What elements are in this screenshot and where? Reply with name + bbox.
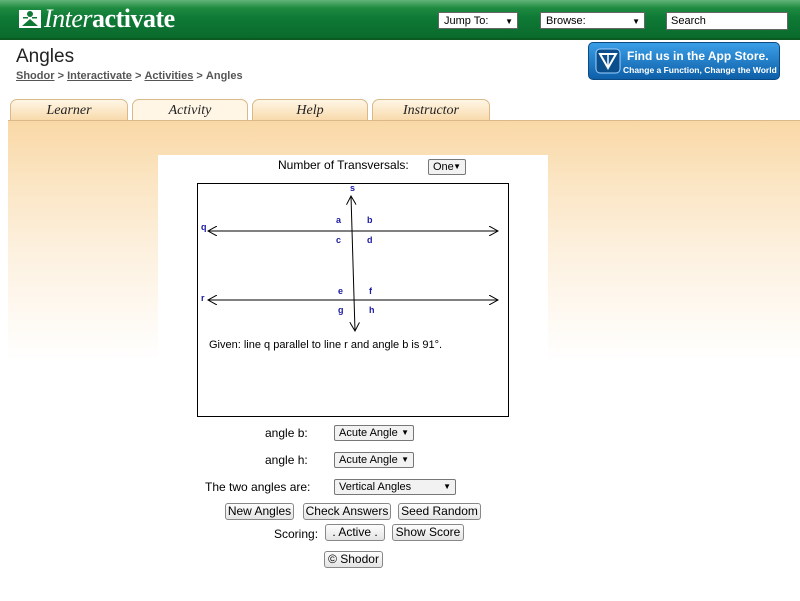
- scoring-label: Scoring:: [274, 527, 319, 541]
- tab-help[interactable]: Help: [252, 99, 368, 121]
- breadcrumb-link-interactivate[interactable]: Interactivate: [67, 70, 132, 82]
- page-title: Angles: [16, 46, 75, 67]
- angle-label-a: a: [336, 215, 342, 225]
- angle-b-select[interactable]: Acute Angle ▼: [334, 425, 414, 441]
- angle-b-label: angle b:: [265, 426, 308, 440]
- dropdown-arrow-icon: ▼: [401, 455, 409, 464]
- given-statement: Given: line q parallel to line r and ang…: [209, 339, 442, 351]
- top-navigation-bar: Interactivate Jump To: ▼ Browse: ▼ Search: [0, 0, 800, 40]
- tab-instructor[interactable]: Instructor: [372, 99, 490, 121]
- line-label-q: q: [201, 222, 207, 232]
- breadcrumb-link-shodor[interactable]: Shodor: [16, 70, 55, 82]
- angle-relation-select[interactable]: Vertical Angles ▼: [334, 479, 456, 495]
- transversals-select[interactable]: One ▼: [428, 159, 466, 175]
- breadcrumb-current: Angles: [205, 70, 243, 82]
- breadcrumb-link-activities[interactable]: Activities: [144, 70, 193, 82]
- angle-label-f: f: [369, 286, 373, 296]
- seed-random-button[interactable]: Seed Random: [398, 503, 481, 520]
- browse-select[interactable]: Browse: ▼: [540, 12, 645, 29]
- app-store-logo-icon: [595, 48, 621, 74]
- app-store-tagline: Change a Function, Change the World: [623, 65, 777, 75]
- dropdown-arrow-icon: ▼: [453, 162, 461, 171]
- shodor-copyright-button[interactable]: © Shodor: [324, 551, 383, 568]
- app-store-headline: Find us in the App Store.: [627, 49, 769, 63]
- dropdown-arrow-icon: ▼: [443, 482, 451, 491]
- tab-activity[interactable]: Activity: [132, 99, 248, 122]
- app-store-banner[interactable]: Find us in the App Store. Change a Funct…: [588, 42, 780, 80]
- line-label-s: s: [350, 184, 355, 193]
- angle-label-b: b: [367, 215, 373, 225]
- jump-to-select[interactable]: Jump To: ▼: [438, 12, 518, 29]
- dropdown-arrow-icon: ▼: [505, 17, 513, 26]
- breadcrumb: Shodor > Interactivate > Activities > An…: [16, 70, 243, 82]
- transversals-label: Number of Transversals:: [278, 158, 409, 172]
- line-s: [351, 196, 355, 331]
- scoring-active-button[interactable]: . Active .: [325, 524, 385, 541]
- angle-relation-label: The two angles are:: [205, 480, 311, 494]
- angles-diagram: q r s a b c d e f g h Given: line q para…: [197, 183, 509, 417]
- dropdown-arrow-icon: ▼: [401, 428, 409, 437]
- angle-label-g: g: [338, 305, 344, 315]
- angle-label-h: h: [369, 305, 375, 315]
- logo-text: Interactivate: [44, 4, 175, 33]
- book-reader-icon: [19, 10, 41, 28]
- line-label-r: r: [201, 293, 205, 303]
- angle-h-label: angle h:: [265, 453, 308, 467]
- angle-label-e: e: [338, 286, 343, 296]
- dropdown-arrow-icon: ▼: [632, 17, 640, 26]
- interactivate-logo[interactable]: Interactivate: [18, 6, 175, 32]
- search-input[interactable]: Search: [666, 12, 788, 30]
- new-angles-button[interactable]: New Angles: [225, 503, 294, 520]
- show-score-button[interactable]: Show Score: [392, 524, 464, 541]
- tab-learner[interactable]: Learner: [10, 99, 128, 121]
- angle-label-c: c: [336, 235, 341, 245]
- angle-h-select[interactable]: Acute Angle ▼: [334, 452, 414, 468]
- angle-label-d: d: [367, 235, 373, 245]
- check-answers-button[interactable]: Check Answers: [303, 503, 391, 520]
- diagram-canvas: q r s a b c d e f g h Given: line q para…: [201, 183, 508, 351]
